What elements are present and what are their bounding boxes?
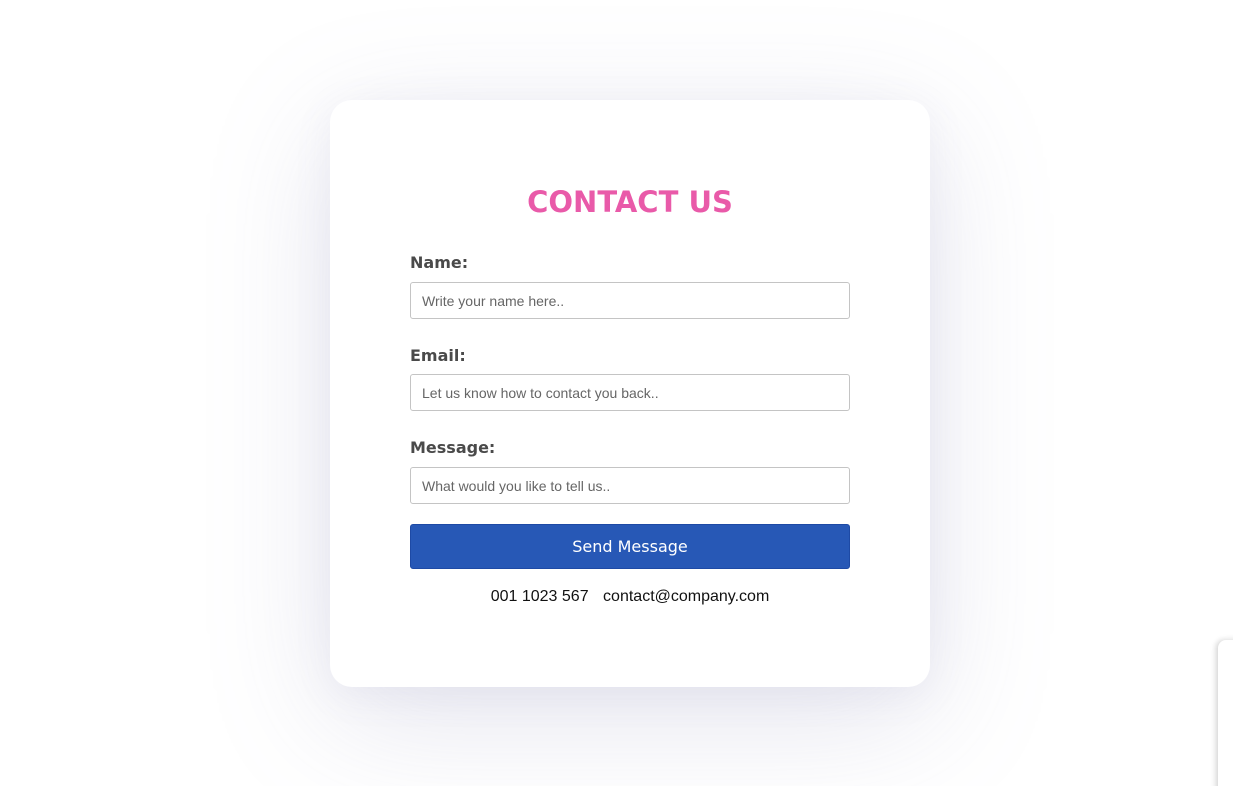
side-panel-edge [1218, 640, 1233, 786]
email-address: contact@company.com [603, 588, 770, 605]
contact-info: 001 1023 567 contact@company.com [330, 587, 930, 607]
page: CONTACT US Name: Email: Message: Send Me… [0, 0, 1233, 786]
phone-number: 001 1023 567 [490, 588, 589, 605]
message-label: Message: [410, 438, 496, 457]
email-label: Email: [410, 346, 466, 365]
page-title: CONTACT US [527, 185, 733, 219]
message-input[interactable] [410, 467, 850, 504]
contact-card: CONTACT US Name: Email: Message: Send Me… [330, 100, 930, 687]
name-input[interactable] [410, 282, 850, 319]
send-message-button[interactable]: Send Message [410, 524, 850, 569]
name-label: Name: [410, 253, 469, 272]
email-input[interactable] [410, 374, 850, 411]
